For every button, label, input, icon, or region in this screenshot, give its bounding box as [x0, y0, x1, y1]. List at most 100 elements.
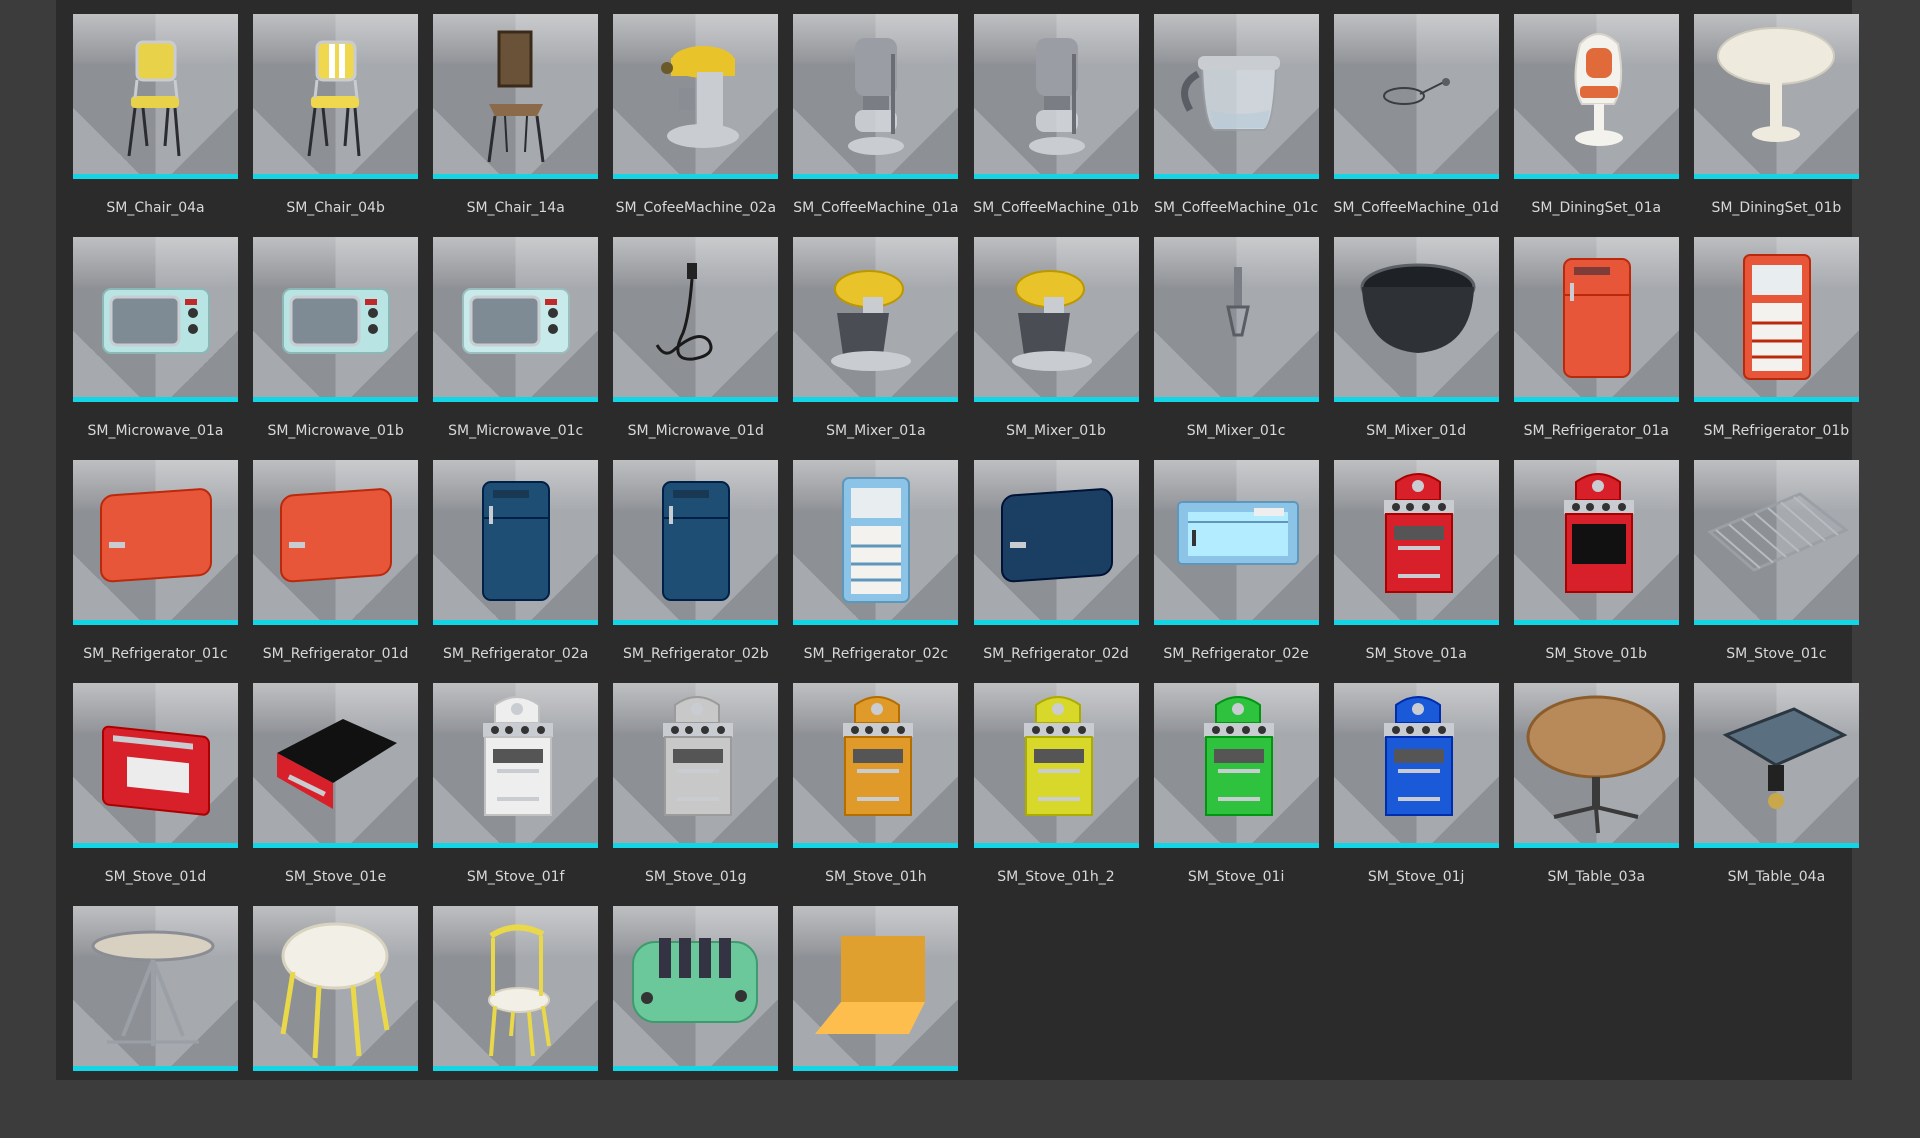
asset-name: SM_Chair_14a: [466, 200, 565, 216]
asset-thumbnail[interactable]: [1333, 460, 1499, 625]
asset-name: SM_CoffeeMachine_01c: [1153, 200, 1319, 216]
asset-tile[interactable]: [613, 906, 791, 1138]
asset-tile[interactable]: SM_Mixer_01c: [1153, 237, 1332, 469]
asset-tile[interactable]: SM_Stove_01g: [613, 683, 791, 915]
asset-thumbnail[interactable]: [613, 906, 779, 1071]
asset-tile[interactable]: SM_Stove_01i: [1153, 683, 1332, 915]
asset-tile[interactable]: SM_Stove_01c: [1693, 460, 1872, 692]
asset-thumbnail[interactable]: [613, 237, 779, 402]
asset-thumbnail[interactable]: [793, 683, 959, 848]
chair-yellow-icon: [127, 40, 181, 157]
asset-tile[interactable]: SM_Stove_01f: [433, 683, 611, 915]
asset-tile[interactable]: SM_CofeeMachine_02a: [613, 14, 791, 246]
asset-tile[interactable]: [73, 906, 251, 1138]
asset-tile[interactable]: SM_Chair_04a: [73, 14, 251, 246]
asset-grid: SM_Chair_04a SM_Chair_04b SM_Chair_14a S…: [56, 0, 1859, 1080]
asset-tile[interactable]: SM_Chair_04b: [253, 14, 431, 246]
asset-tile[interactable]: SM_Refrigerator_02d: [973, 460, 1152, 692]
asset-thumbnail[interactable]: [253, 237, 419, 402]
asset-thumbnail[interactable]: [1333, 683, 1499, 848]
asset-thumbnail[interactable]: [73, 237, 238, 402]
asset-thumbnail[interactable]: [1333, 237, 1499, 402]
asset-thumbnail[interactable]: [1513, 14, 1679, 179]
asset-tile[interactable]: SM_Stove_01e: [253, 683, 431, 915]
asset-tile[interactable]: SM_Stove_01j: [1333, 683, 1512, 915]
asset-tile[interactable]: SM_Refrigerator_02c: [793, 460, 971, 692]
asset-thumbnail[interactable]: [433, 237, 599, 402]
asset-tile[interactable]: SM_Microwave_01d: [613, 237, 791, 469]
cable-icon: [1382, 78, 1450, 105]
asset-tile[interactable]: SM_Chair_14a: [433, 14, 611, 246]
asset-tile[interactable]: SM_Table_03a: [1513, 683, 1692, 915]
asset-tile[interactable]: SM_Microwave_01c: [433, 237, 611, 469]
asset-thumbnail[interactable]: [1693, 460, 1859, 625]
asset-thumbnail[interactable]: [73, 14, 238, 179]
asset-tile[interactable]: SM_Stove_01d: [73, 683, 251, 915]
asset-tile[interactable]: SM_Refrigerator_01d: [253, 460, 431, 692]
asset-thumbnail[interactable]: [973, 14, 1139, 179]
asset-thumbnail[interactable]: [433, 14, 599, 179]
asset-tile[interactable]: SM_Refrigerator_02e: [1153, 460, 1332, 692]
asset-thumbnail[interactable]: [253, 683, 419, 848]
asset-tile[interactable]: SM_CoffeeMachine_01b: [973, 14, 1152, 246]
asset-thumbnail[interactable]: [1153, 14, 1319, 179]
asset-thumbnail[interactable]: [613, 683, 779, 848]
asset-thumbnail[interactable]: [613, 14, 779, 179]
asset-tile[interactable]: SM_Stove_01b: [1513, 460, 1692, 692]
asset-tile[interactable]: SM_Mixer_01d: [1333, 237, 1512, 469]
asset-name: SM_Table_03a: [1547, 869, 1646, 885]
asset-tile[interactable]: SM_DiningSet_01a: [1513, 14, 1692, 246]
asset-tile[interactable]: SM_Stove_01a: [1333, 460, 1512, 692]
asset-tile[interactable]: SM_Microwave_01a: [73, 237, 251, 469]
asset-name: SM_Stove_01e: [284, 869, 387, 885]
asset-thumbnail[interactable]: [1333, 14, 1499, 179]
asset-tile[interactable]: SM_Refrigerator_02b: [613, 460, 791, 692]
asset-thumbnail[interactable]: [73, 906, 238, 1071]
asset-thumbnail[interactable]: [973, 237, 1139, 402]
asset-thumbnail[interactable]: [613, 460, 779, 625]
asset-thumbnail[interactable]: [1513, 683, 1679, 848]
asset-thumbnail[interactable]: [973, 460, 1139, 625]
asset-name: SM_Refrigerator_02e: [1163, 646, 1309, 662]
asset-tile[interactable]: SM_Microwave_01b: [253, 237, 431, 469]
asset-tile[interactable]: SM_Refrigerator_01b: [1693, 237, 1872, 469]
asset-thumbnail[interactable]: [793, 237, 959, 402]
stove-icon: [1383, 696, 1454, 816]
asset-tile[interactable]: [433, 906, 611, 1138]
asset-tile[interactable]: SM_Mixer_01a: [793, 237, 971, 469]
asset-thumbnail[interactable]: [793, 906, 959, 1071]
asset-tile[interactable]: SM_Mixer_01b: [973, 237, 1152, 469]
asset-tile[interactable]: SM_CoffeeMachine_01d: [1333, 14, 1512, 246]
asset-tile[interactable]: SM_CoffeeMachine_01c: [1153, 14, 1332, 246]
asset-thumbnail[interactable]: [1513, 237, 1679, 402]
asset-tile[interactable]: SM_Table_04a: [1693, 683, 1872, 915]
asset-tile[interactable]: [793, 906, 971, 1138]
tulip-chair-icon: [1574, 33, 1623, 146]
asset-thumbnail[interactable]: [1693, 14, 1859, 179]
asset-thumbnail[interactable]: [1153, 237, 1319, 402]
asset-thumbnail[interactable]: [973, 683, 1139, 848]
asset-thumbnail[interactable]: [793, 460, 959, 625]
asset-tile[interactable]: [253, 906, 431, 1138]
asset-thumbnail[interactable]: [1153, 460, 1319, 625]
asset-thumbnail[interactable]: [433, 906, 599, 1071]
asset-tile[interactable]: SM_Refrigerator_02a: [433, 460, 611, 692]
asset-tile[interactable]: SM_DiningSet_01b: [1693, 14, 1872, 246]
asset-tile[interactable]: SM_Refrigerator_01c: [73, 460, 251, 692]
asset-thumbnail[interactable]: [253, 460, 419, 625]
asset-thumbnail[interactable]: [253, 906, 419, 1071]
asset-thumbnail[interactable]: [1693, 237, 1859, 402]
asset-thumbnail[interactable]: [1513, 460, 1679, 625]
asset-thumbnail[interactable]: [1153, 683, 1319, 848]
asset-tile[interactable]: SM_Stove_01h: [793, 683, 971, 915]
asset-tile[interactable]: SM_Stove_01h_2: [973, 683, 1152, 915]
asset-thumbnail[interactable]: [1693, 683, 1859, 848]
asset-thumbnail[interactable]: [433, 460, 599, 625]
asset-tile[interactable]: SM_CoffeeMachine_01a: [793, 14, 971, 246]
asset-thumbnail[interactable]: [433, 683, 599, 848]
asset-thumbnail[interactable]: [73, 683, 238, 848]
asset-thumbnail[interactable]: [253, 14, 419, 179]
asset-thumbnail[interactable]: [73, 460, 238, 625]
asset-tile[interactable]: SM_Refrigerator_01a: [1513, 237, 1692, 469]
asset-thumbnail[interactable]: [793, 14, 959, 179]
